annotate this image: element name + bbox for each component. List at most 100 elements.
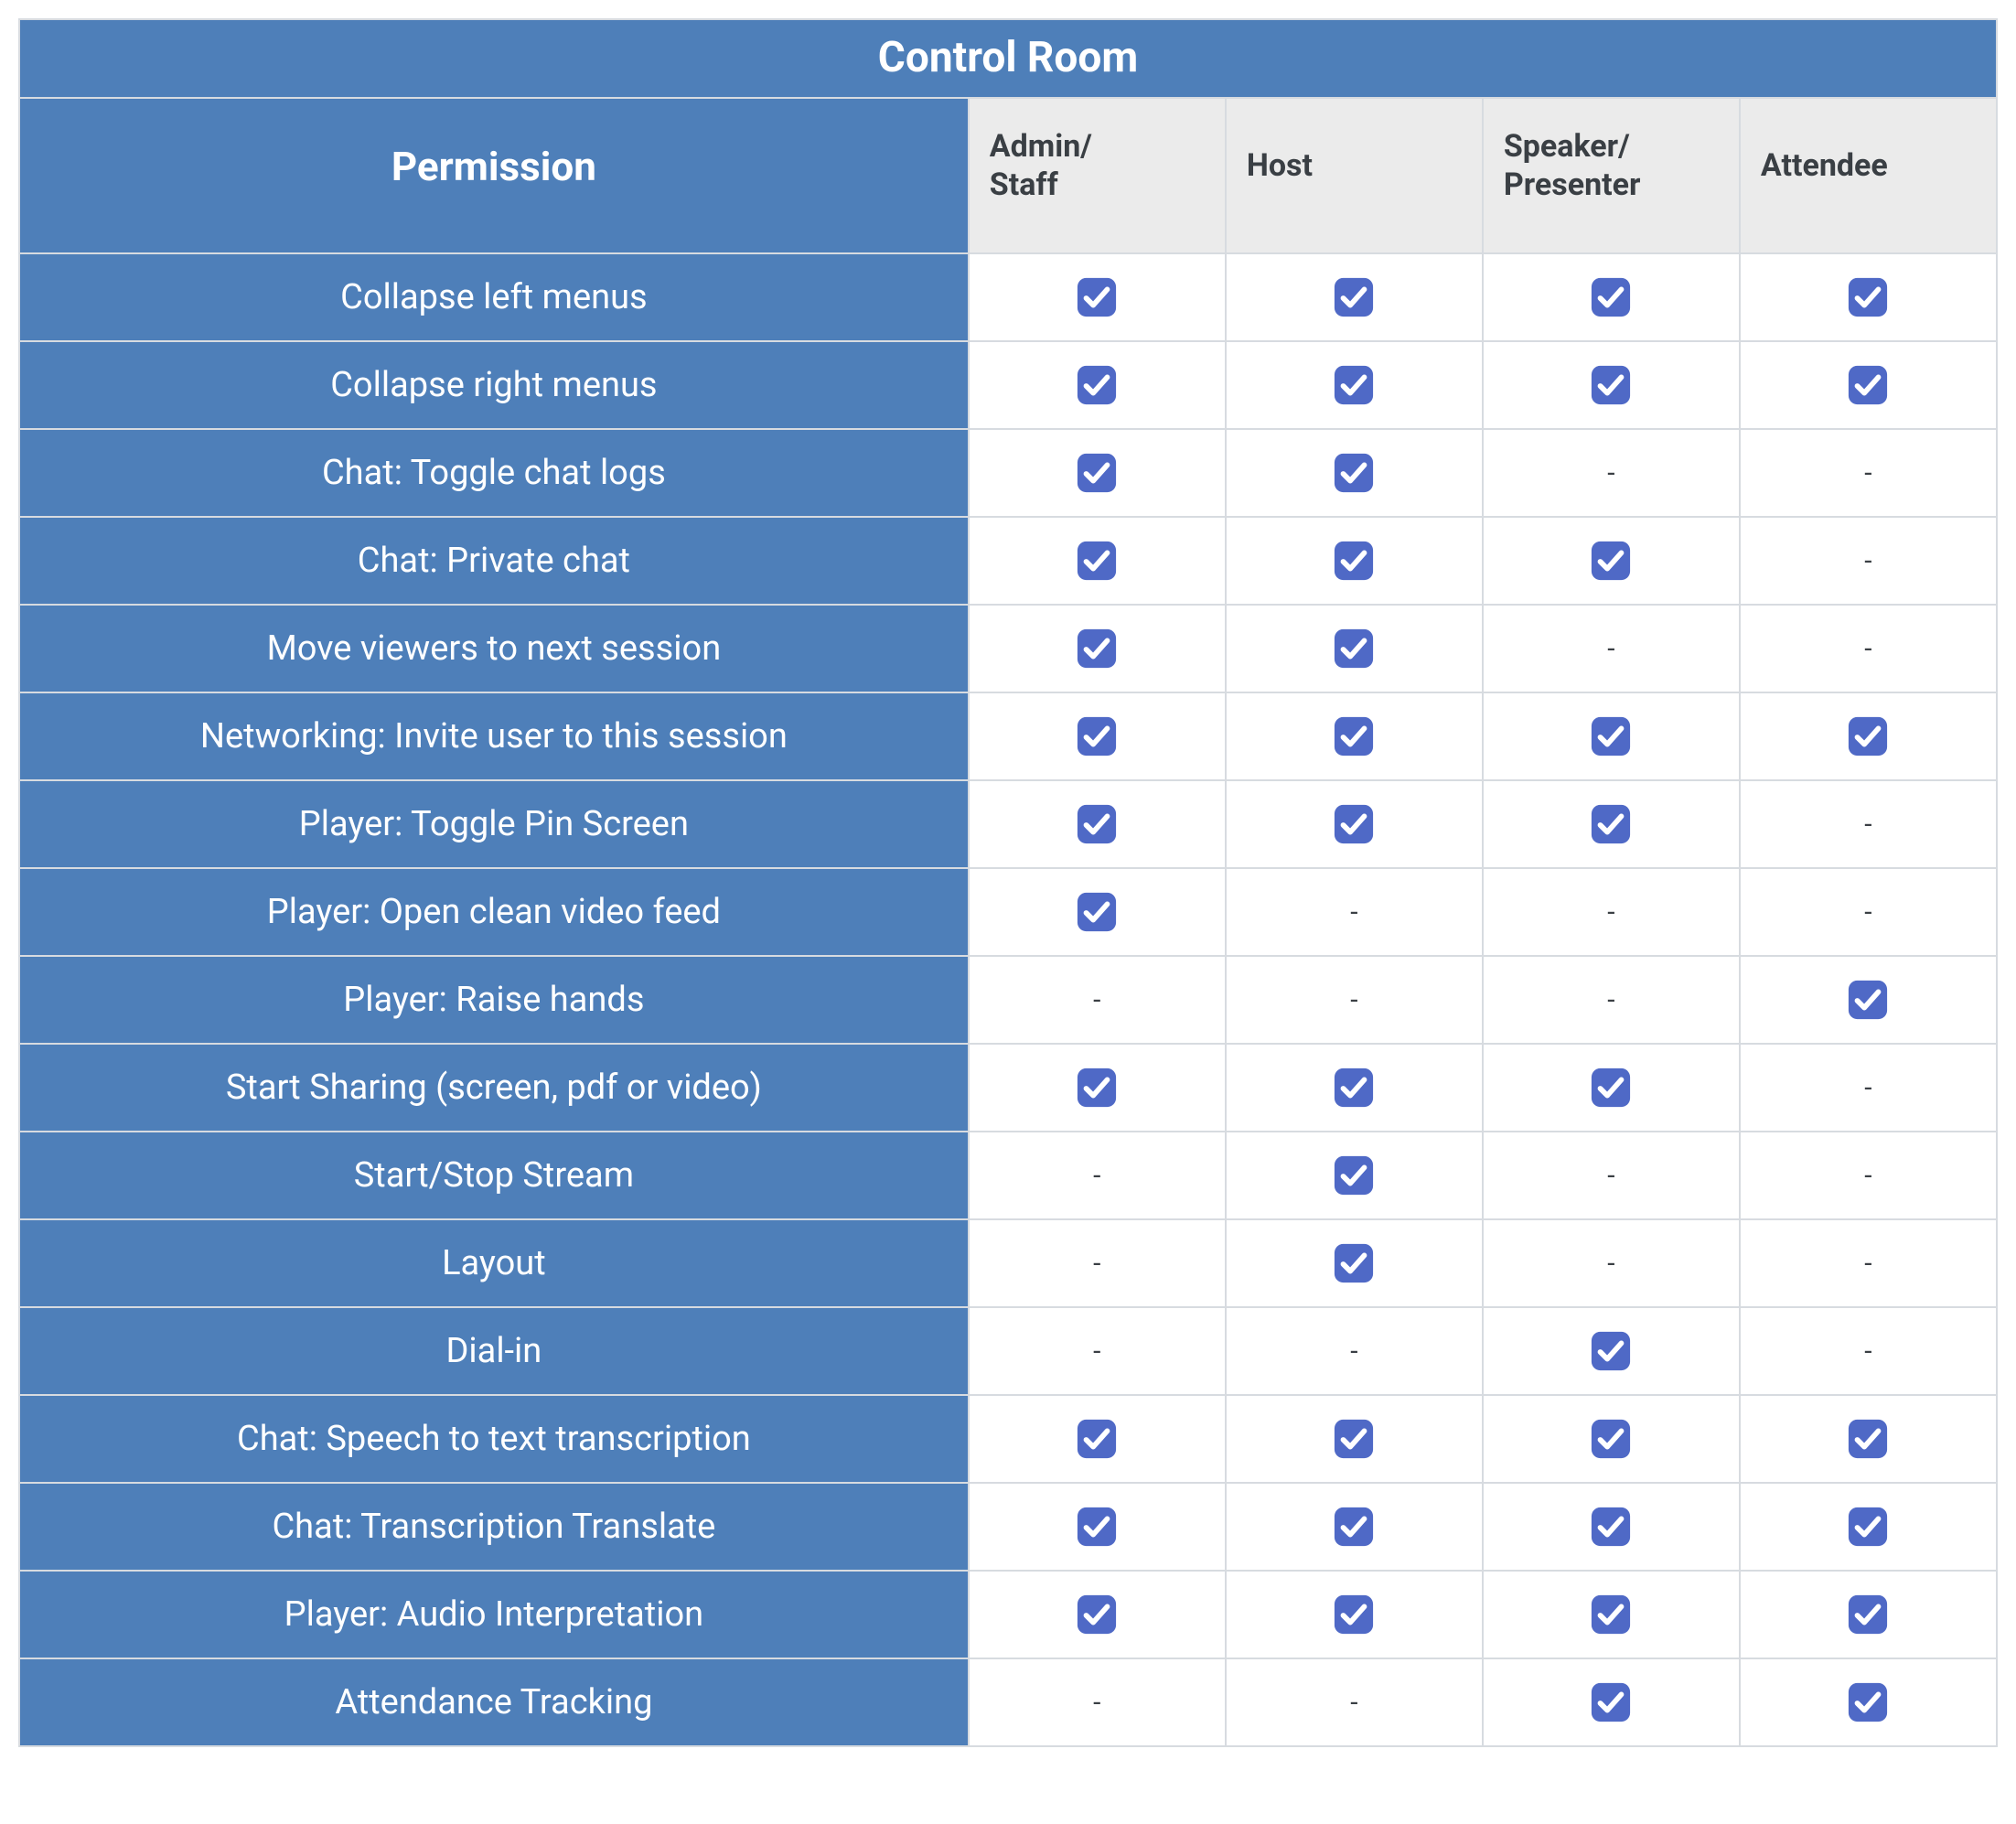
permission-value [1740,956,1997,1044]
permission-value: - [1483,429,1740,517]
permission-value [1740,1658,1997,1746]
check-icon [1590,1593,1632,1636]
table-row: Start/Stop Stream--- [19,1132,1997,1219]
check-icon [1333,276,1375,318]
permission-value [1483,1395,1740,1483]
permission-value: - [1483,868,1740,956]
check-icon [1333,364,1375,406]
permission-value [1483,1307,1740,1395]
permission-value: - [1740,1044,1997,1132]
table-row: Chat: Transcription Translate [19,1483,1997,1571]
permission-value [1226,605,1483,692]
check-icon [1076,540,1118,582]
table-row: Layout--- [19,1219,1997,1307]
table-row: Player: Raise hands--- [19,956,1997,1044]
header-row: Permission Admin/Staff Host Speaker/Pres… [19,98,1997,253]
permission-value: - [1740,517,1997,605]
check-icon [1076,891,1118,933]
permission-value [1740,1395,1997,1483]
check-icon [1076,1067,1118,1109]
permission-value: - [1226,1658,1483,1746]
permission-value: - [1226,868,1483,956]
permission-label: Chat: Speech to text transcription [19,1395,969,1483]
permission-value [969,692,1226,780]
table-body: Collapse left menusCollapse right menusC… [19,253,1997,1746]
check-icon [1847,1593,1889,1636]
permissions-table: Control Room Permission Admin/Staff Host… [18,18,1998,1747]
check-icon [1590,1418,1632,1460]
permission-label: Player: Open clean video feed [19,868,969,956]
permission-value [1740,253,1997,341]
permission-value [1483,692,1740,780]
permission-value [1226,1571,1483,1658]
permission-value: - [1226,1307,1483,1395]
check-icon [1590,1330,1632,1372]
permission-label: Chat: Toggle chat logs [19,429,969,517]
check-icon [1847,1418,1889,1460]
check-icon [1076,364,1118,406]
check-icon [1590,715,1632,757]
table-row: Player: Audio Interpretation [19,1571,1997,1658]
permission-label: Layout [19,1219,969,1307]
check-icon [1333,1593,1375,1636]
permission-value [969,868,1226,956]
role-header-speaker-presenter: Speaker/Presenter [1483,98,1740,253]
check-icon [1076,276,1118,318]
check-icon [1847,1681,1889,1723]
permission-value: - [969,1307,1226,1395]
permission-label: Player: Audio Interpretation [19,1571,969,1658]
check-icon [1333,540,1375,582]
permission-label: Start/Stop Stream [19,1132,969,1219]
permission-value [1740,1571,1997,1658]
permission-value [1483,253,1740,341]
permission-value [1226,341,1483,429]
permission-value [1226,253,1483,341]
check-icon [1076,803,1118,845]
check-icon [1590,803,1632,845]
table-row: Dial-in--- [19,1307,1997,1395]
table-row: Chat: Speech to text transcription [19,1395,1997,1483]
check-icon [1590,1681,1632,1723]
permission-label: Start Sharing (screen, pdf or video) [19,1044,969,1132]
role-header-admin-staff: Admin/Staff [969,98,1226,253]
check-icon [1590,1506,1632,1548]
check-icon [1847,364,1889,406]
permission-value [1483,517,1740,605]
permission-value [969,341,1226,429]
permission-label: Collapse left menus [19,253,969,341]
permission-value [1226,429,1483,517]
check-icon [1333,1506,1375,1548]
permission-value [1226,1132,1483,1219]
permission-value: - [1740,1132,1997,1219]
permission-value [1226,517,1483,605]
permission-value: - [1740,868,1997,956]
permission-header: Permission [19,98,969,253]
permission-value [1483,1483,1740,1571]
permission-label: Chat: Private chat [19,517,969,605]
check-icon [1076,1593,1118,1636]
permission-value [1483,1658,1740,1746]
permission-value [969,429,1226,517]
permission-label: Attendance Tracking [19,1658,969,1746]
table-row: Chat: Private chat - [19,517,1997,605]
permission-value [1226,692,1483,780]
permission-value [1226,1395,1483,1483]
permission-value [969,1571,1226,1658]
permission-label: Chat: Transcription Translate [19,1483,969,1571]
permission-value [1226,1483,1483,1571]
check-icon [1076,1506,1118,1548]
permission-label: Player: Toggle Pin Screen [19,780,969,868]
permission-value [1740,341,1997,429]
check-icon [1333,715,1375,757]
check-icon [1333,628,1375,670]
permission-value: - [1740,1307,1997,1395]
check-icon [1847,715,1889,757]
permission-label: Move viewers to next session [19,605,969,692]
permission-value [1483,341,1740,429]
role-header-attendee: Attendee [1740,98,1997,253]
permission-value [1740,1483,1997,1571]
permission-value [969,1044,1226,1132]
check-icon [1590,1067,1632,1109]
table-title: Control Room [19,19,1997,98]
permission-value [969,253,1226,341]
